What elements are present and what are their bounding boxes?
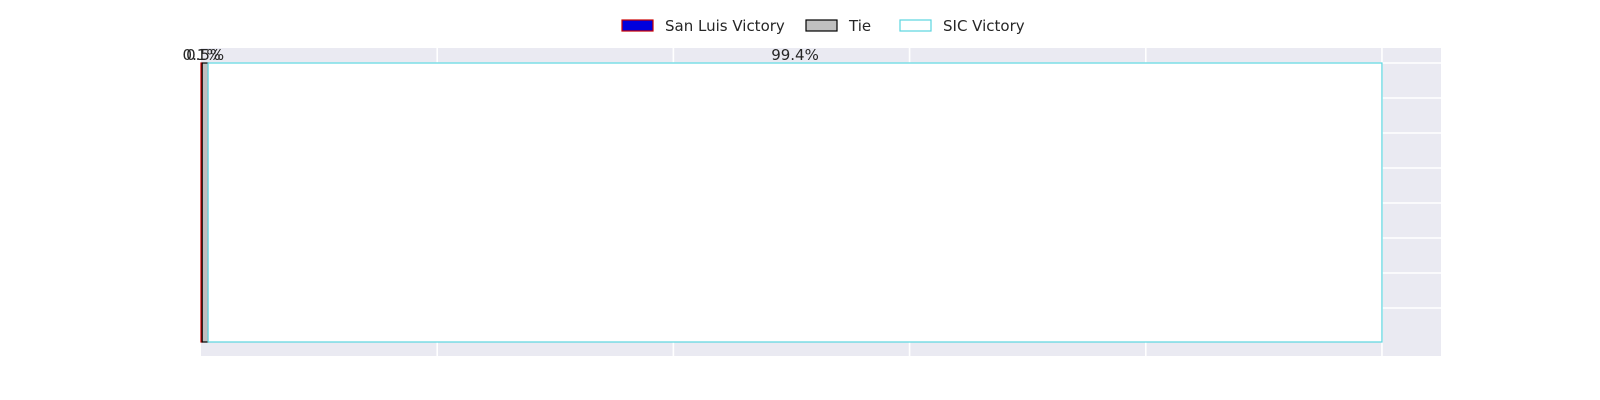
- legend-swatch-tie: [805, 19, 838, 32]
- data-label-sic-victory: 99.4%: [771, 46, 819, 64]
- legend-label-tie: Tie: [848, 17, 871, 35]
- bars: [200, 62, 1383, 343]
- legend-swatch-san-luis-victory: [621, 19, 654, 32]
- legend-swatch-sic-victory: [899, 19, 932, 32]
- chart: 0.1%0.5% 99.4% San Luis Victory Tie SIC Vic…: [183, 17, 1441, 356]
- data-label-tie: 0.5%: [186, 46, 224, 64]
- legend: San Luis Victory Tie SIC Victory: [621, 17, 1025, 35]
- bar-tie: [201, 62, 209, 343]
- legend-label-sic-victory: SIC Victory: [943, 17, 1025, 35]
- legend-label-san-luis-victory: San Luis Victory: [665, 17, 785, 35]
- bar-sic-victory: [207, 62, 1383, 343]
